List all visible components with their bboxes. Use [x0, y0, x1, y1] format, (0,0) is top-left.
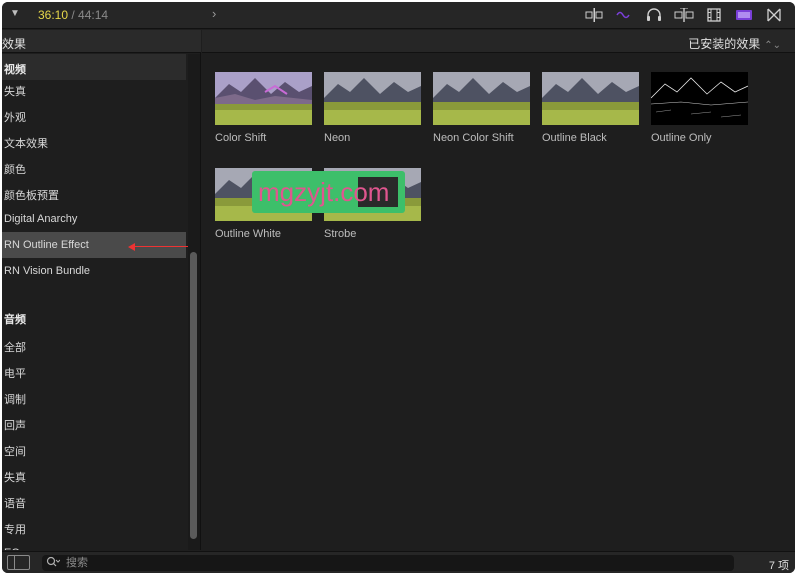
- scrollbar-thumb[interactable]: [190, 252, 197, 539]
- item-count: 7 项: [768, 560, 789, 572]
- bottom-bar: 7 项: [2, 551, 795, 573]
- list-item[interactable]: 文本效果: [2, 128, 186, 154]
- list-item-label: 外观: [4, 112, 26, 124]
- list-item-label: 颜色: [4, 164, 26, 176]
- list-item-label: 全部: [4, 342, 26, 354]
- effect-tile-outline-only[interactable]: Outline Only: [651, 72, 748, 144]
- annotation-arrow-head: [128, 243, 135, 251]
- list-item-label: 语音: [4, 498, 26, 510]
- list-item[interactable]: 颜色板预置: [2, 180, 186, 206]
- sidebar-toggle-icon[interactable]: [7, 555, 30, 570]
- search-input[interactable]: [66, 556, 666, 570]
- effect-thumbnail: [324, 72, 421, 125]
- effect-thumbnail: [433, 72, 530, 125]
- effects-browser-icon[interactable]: [729, 6, 759, 24]
- list-item-label: RN Outline Effect: [4, 239, 89, 251]
- search-icon: [46, 556, 61, 571]
- effect-name: Strobe: [324, 228, 357, 240]
- headphones-icon[interactable]: [639, 6, 669, 24]
- audio-skimming-icon[interactable]: [609, 6, 639, 24]
- search-field[interactable]: [42, 555, 734, 571]
- video-inspector-icon[interactable]: [699, 6, 729, 24]
- effect-tile-outline-black[interactable]: Outline Black: [542, 72, 639, 144]
- list-item[interactable]: 空间: [2, 436, 186, 462]
- list-item[interactable]: 专用: [2, 514, 186, 540]
- sidebar-scrollbar[interactable]: [188, 54, 200, 550]
- effect-name: Outline Black: [542, 132, 607, 144]
- timecode-display: 36:10 / 44:14: [38, 8, 108, 22]
- chevron-down-icon[interactable]: ▼: [8, 7, 22, 21]
- list-item[interactable]: 电平: [2, 358, 186, 384]
- effect-thumbnail: [651, 72, 748, 125]
- list-item-label: 颜色板预置: [4, 190, 59, 202]
- effect-name: Color Shift: [215, 132, 267, 144]
- section-label: 视频: [4, 64, 26, 76]
- list-item[interactable]: 外观: [2, 102, 186, 128]
- list-item[interactable]: 失真: [2, 462, 186, 488]
- effects-browser-window: ▼ 36:10 / 44:14 › 效果 视频 失真 外观 文本效果 颜色 颜色…: [2, 2, 795, 573]
- sidebar-title: 效果: [2, 37, 27, 51]
- annotation-arrow: [134, 246, 190, 247]
- sidebar-header: 效果: [2, 30, 201, 53]
- list-item[interactable]: 全部: [2, 332, 186, 358]
- list-item-label: 专用: [4, 524, 26, 536]
- timecode-separator: /: [68, 8, 79, 22]
- list-item-label: EQ: [4, 547, 20, 550]
- list-item[interactable]: RN Vision Bundle: [2, 258, 186, 284]
- list-item-label: 空间: [4, 446, 26, 458]
- list-item-label: 回声: [4, 420, 26, 432]
- effect-thumbnail: [215, 72, 312, 125]
- effect-name: Outline Only: [651, 132, 712, 144]
- timecode-current: 36:10: [38, 8, 69, 22]
- list-item[interactable]: EQ: [2, 540, 186, 550]
- list-item-label: RN Vision Bundle: [4, 265, 91, 277]
- effect-tile-color-shift[interactable]: Color Shift: [215, 72, 312, 144]
- toolbar-icon-group: [579, 6, 789, 24]
- effect-name: Outline White: [215, 228, 282, 240]
- list-item-selected[interactable]: RN Outline Effect: [2, 232, 186, 258]
- list-item[interactable]: 颜色: [2, 154, 186, 180]
- list-item[interactable]: 语音: [2, 488, 186, 514]
- up-down-chevron-icon: ⌃⌄: [764, 40, 781, 51]
- chevron-right-icon[interactable]: ›: [212, 6, 216, 21]
- effect-name: Neon: [324, 132, 351, 144]
- timecode-total: 44:14: [78, 8, 109, 22]
- effect-name: Neon Color Shift: [433, 132, 514, 144]
- sidebar: 效果 视频 失真 外观 文本效果 颜色 颜色板预置 Digital Anarch…: [2, 30, 201, 550]
- effect-thumbnail: [542, 72, 639, 125]
- list-item-label: 电平: [4, 368, 26, 380]
- list-item-label: 失真: [4, 86, 26, 98]
- effect-tile-neon[interactable]: Neon: [324, 72, 421, 144]
- list-item[interactable]: 失真: [2, 76, 186, 102]
- list-item-label: 失真: [4, 472, 26, 484]
- transitions-icon[interactable]: [759, 6, 789, 24]
- list-item[interactable]: 回声: [2, 410, 186, 436]
- effects-grid-panel: 已安装的效果 ⌃⌄ Color Shift Neon Neon Color Shi…: [202, 30, 795, 550]
- list-item-label: 调制: [4, 394, 26, 406]
- watermark-text: mgzyjt.com: [258, 177, 390, 207]
- installed-effects-dropdown[interactable]: 已安装的效果 ⌃⌄: [688, 35, 781, 52]
- category-list: 视频 失真 外观 文本效果 颜色 颜色板预置 Digital Anarchy R…: [2, 54, 186, 550]
- list-item-label: Digital Anarchy: [4, 213, 78, 225]
- list-item[interactable]: 调制: [2, 384, 186, 410]
- list-item[interactable]: Digital Anarchy: [2, 206, 186, 232]
- skimming-icon[interactable]: [579, 6, 609, 24]
- section-label: 音频: [4, 314, 26, 326]
- snapping-icon[interactable]: [669, 6, 699, 24]
- effects-header: 已安装的效果 ⌃⌄: [202, 30, 795, 53]
- list-item-label: 文本效果: [4, 138, 48, 150]
- installed-effects-label: 已安装的效果: [688, 37, 761, 51]
- watermark-overlay: mgzyjt.com: [252, 171, 405, 213]
- toolbar: ▼ 36:10 / 44:14 ›: [2, 2, 795, 29]
- effect-tile-neon-color-shift[interactable]: Neon Color Shift: [433, 72, 530, 144]
- section-audio[interactable]: 音频: [2, 304, 186, 330]
